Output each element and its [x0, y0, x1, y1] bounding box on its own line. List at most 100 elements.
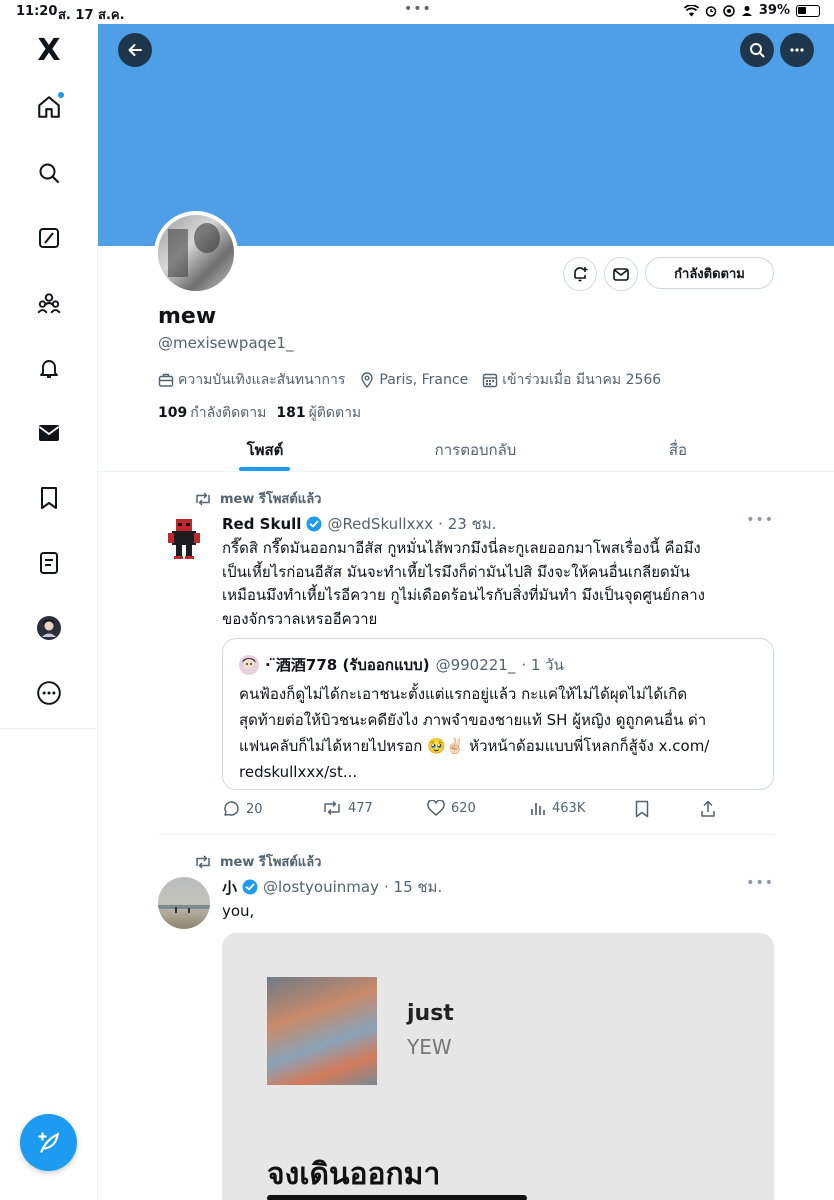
post-media-card[interactable]: just YEW จงเดินออกมา — [222, 933, 774, 1200]
profile-joined: เข้าร่วมเมื่อ มีนาคม 2566 — [482, 369, 661, 391]
location-pin-icon — [361, 372, 374, 388]
profile-more-button[interactable] — [780, 33, 814, 67]
sidebar-item-lists[interactable] — [34, 548, 64, 578]
post-author-name[interactable]: Red Skull — [222, 515, 301, 533]
following-label: กำลังติดตาม — [190, 405, 267, 421]
compose-button[interactable] — [20, 1114, 77, 1171]
sidebar-item-home[interactable] — [34, 92, 64, 122]
more-dots-icon — [790, 48, 804, 52]
post-author-avatar[interactable] — [158, 512, 210, 564]
sidebar-item-communities[interactable] — [34, 288, 64, 318]
battery-percent: 39% — [758, 3, 790, 18]
bookmarks-icon — [41, 487, 57, 509]
post-divider — [158, 834, 774, 835]
post-text-line: เหมือนมึงทำเหี้ยไรอีควาย กูไม่เดือดร้อนไ… — [222, 586, 706, 604]
track-title: just — [407, 1001, 454, 1026]
multitask-dots[interactable]: ••• — [404, 1, 432, 17]
post-more-icon[interactable]: ••• — [746, 512, 774, 528]
wifi-icon — [683, 4, 699, 16]
track-artist: YEW — [407, 1035, 452, 1059]
like-button[interactable]: 620 — [427, 800, 476, 816]
views-count: 463K — [552, 800, 586, 816]
post-more-icon[interactable]: ••• — [746, 875, 774, 891]
x-logo-icon[interactable]: X — [34, 36, 64, 66]
verified-badge-icon — [306, 516, 322, 532]
profile-counts: 109 กำลังติดตาม 181 ผู้ติดตาม — [158, 402, 361, 424]
following-button[interactable]: กำลังติดตาม — [645, 257, 774, 289]
profile-search-button[interactable] — [740, 33, 774, 67]
post-author-handle[interactable]: @lostyouinmay — [263, 878, 379, 896]
sidebar-item-search[interactable] — [34, 158, 64, 188]
tab-media[interactable]: สื่อ — [638, 428, 718, 472]
post-header: Red Skull @RedSkullxxx · 23 ชม. — [222, 512, 496, 536]
post-time[interactable]: · 23 ชม. — [438, 512, 496, 536]
tab-replies[interactable]: การตอบกลับ — [403, 428, 548, 472]
post-item[interactable]: mew รีโพสต์แล้ว Red Skull @RedSkullxxx ·… — [158, 484, 774, 834]
status-time: 11:20 — [16, 4, 58, 19]
profile-location-text: Paris, France — [379, 372, 469, 388]
back-arrow-icon — [128, 44, 142, 56]
sidebar-item-notifications[interactable] — [34, 353, 64, 383]
like-count: 620 — [451, 800, 476, 816]
quoted-post[interactable]: · ̈酒酒778 (รับออกแบบ) @990221_ · 1 วัน คน… — [222, 638, 774, 790]
quoted-post-body: คนฟ้องก็ดูไม่ได้กะเอาชนะตั้งแต่แรกอยู่แล… — [239, 681, 765, 785]
repost-indicator: mew รีโพสต์แล้ว — [194, 488, 321, 509]
repost-button[interactable]: 477 — [322, 800, 373, 816]
sidebar-item-bookmarks[interactable] — [34, 483, 64, 513]
repost-count: 477 — [348, 800, 373, 816]
post-header: 小 @lostyouinmay · 15 ชม. — [222, 875, 442, 899]
post-author-handle[interactable]: @RedSkullxxx — [327, 515, 433, 533]
post-item[interactable]: mew รีโพสต์แล้ว 小 @lostyouinmay · 15 ชม.… — [158, 847, 774, 1200]
briefcase-icon — [158, 373, 174, 387]
post-text-line: ของจักรวาลเหรออีควาย — [222, 609, 378, 628]
share-button[interactable] — [700, 800, 716, 818]
sidebar-item-profile[interactable] — [34, 613, 64, 643]
following-count: 109 — [158, 405, 188, 421]
post-author-name[interactable]: 小 — [222, 877, 237, 898]
sidebar-item-more[interactable] — [34, 678, 64, 708]
profile-display-name: mew — [158, 304, 217, 329]
post-time[interactable]: · 15 ชม. — [384, 875, 442, 899]
lyrics-underline — [267, 1195, 527, 1200]
quoted-text-line: สุดท้ายต่อให้บิวชนะคดียังไง ภาพจำของชายแ… — [239, 711, 707, 729]
album-art-image — [267, 977, 377, 1085]
back-button[interactable] — [118, 33, 152, 67]
calendar-icon — [482, 373, 498, 388]
reply-button[interactable]: 20 — [222, 800, 263, 818]
status-date: ส. 17 ส.ค. — [58, 8, 125, 23]
status-bar: 11:20 ส. 17 ส.ค. ••• 39% — [0, 0, 834, 24]
quoted-text-line: แฟนคลับก็ไม่ได้หายไปหรอก 🥹✌🏻 หัวหน้าด้อม… — [239, 737, 710, 755]
message-button[interactable] — [604, 257, 638, 291]
sidebar-divider — [0, 728, 98, 729]
beach-avatar-icon — [158, 905, 210, 913]
profile-meta: ความบันเทิงและสันทนาการ Paris, France เข… — [158, 369, 661, 391]
following-count-link[interactable]: 109 กำลังติดตาม — [158, 402, 266, 424]
notify-bell-button[interactable] — [563, 257, 597, 291]
followers-count-link[interactable]: 181 ผู้ติดตาม — [276, 402, 361, 424]
post-author-avatar[interactable] — [158, 877, 210, 929]
profile-avatar[interactable] — [154, 211, 238, 295]
home-icon — [38, 96, 60, 118]
sidebar-item-messages[interactable] — [34, 418, 64, 448]
focus-icon — [723, 4, 735, 17]
profile-tabs: โพสต์ การตอบกลับ สื่อ — [98, 428, 834, 472]
tab-posts[interactable]: โพสต์ — [210, 428, 320, 472]
repost-label: mew รีโพสต์แล้ว — [220, 855, 322, 870]
repost-label: mew รีโพสต์แล้ว — [220, 492, 322, 507]
quoted-post-header: · ̈酒酒778 (รับออกแบบ) @990221_ · 1 วัน — [239, 653, 564, 677]
sidebar-item-grok[interactable] — [34, 223, 64, 253]
views-chart-icon — [531, 803, 545, 815]
repost-indicator: mew รีโพสต์แล้ว — [194, 851, 321, 872]
reply-count: 20 — [246, 801, 263, 817]
profile-avatar-icon — [37, 616, 61, 640]
views-button[interactable]: 463K — [530, 800, 585, 816]
post-text-line: เป็นเหี้ยไรก่อนอีสัส มันจะทำเหี้ยไรมึงก็… — [222, 562, 690, 581]
messages-icon — [38, 425, 60, 441]
repost-icon — [324, 800, 340, 816]
bookmark-button[interactable] — [634, 800, 650, 818]
alarm-icon — [705, 5, 717, 17]
sidebar-nav: X — [0, 24, 98, 1200]
battery-icon — [796, 4, 820, 17]
repost-icon — [196, 854, 210, 869]
compose-feather-icon — [37, 1131, 59, 1153]
